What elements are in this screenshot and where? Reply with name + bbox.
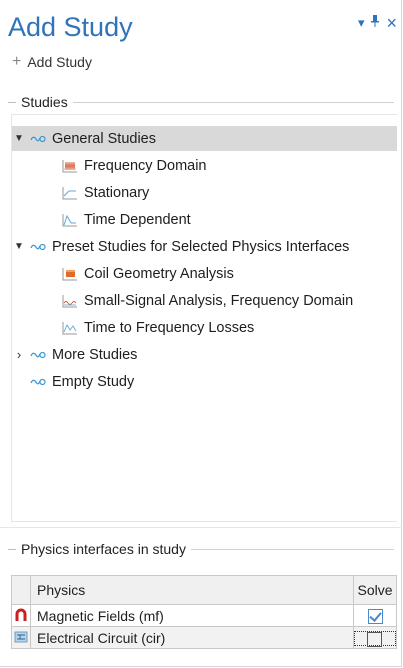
tree-node-general-studies[interactable]: ▼ General Studies: [12, 126, 397, 151]
tree-node-label: General Studies: [52, 130, 156, 147]
tree-node-frequency-domain[interactable]: Frequency Domain: [12, 153, 403, 178]
study-folder-icon: [30, 375, 46, 389]
tree-node-time-to-frequency-losses[interactable]: Time to Frequency Losses: [12, 315, 403, 340]
collapse-dash-icon: [8, 548, 16, 550]
solve-cell: [353, 604, 397, 627]
focus-rect: [354, 630, 396, 647]
physics-column-header[interactable]: Physics: [30, 575, 354, 605]
close-icon[interactable]: ×: [386, 14, 397, 32]
physics-section-header[interactable]: Physics interfaces in study: [8, 541, 394, 557]
panel-menu-icon[interactable]: ▾: [358, 15, 365, 30]
collapse-dash-icon: [8, 101, 16, 103]
time-dependent-icon: [62, 213, 78, 227]
tree-node-stationary[interactable]: Stationary: [12, 180, 403, 205]
solve-checkbox[interactable]: [367, 608, 383, 624]
pin-icon[interactable]: [371, 15, 380, 30]
expand-chevron-icon[interactable]: ▼: [12, 133, 26, 144]
tree-node-label: More Studies: [52, 346, 138, 363]
tree-node-label: Preset Studies for Selected Physics Inte…: [52, 238, 350, 255]
tree-node-label: Time Dependent: [84, 211, 191, 228]
solve-checkbox[interactable]: [367, 631, 382, 647]
coil-geometry-icon: [62, 267, 78, 281]
tree-node-time-dependent[interactable]: Time Dependent: [12, 207, 403, 232]
physics-name-cell: Electrical Circuit (cir): [30, 626, 354, 649]
stationary-icon: [62, 186, 78, 200]
study-folder-icon: [30, 348, 46, 362]
frequency-domain-icon: [62, 159, 78, 173]
studies-section-header[interactable]: Studies: [8, 94, 394, 110]
window-controls: ▾ ×: [358, 14, 397, 32]
studies-section-label: Studies: [21, 94, 68, 110]
solve-cell: [353, 626, 397, 649]
header-icon-cell: [11, 575, 31, 605]
tree-node-small-signal-analysis[interactable]: Small-Signal Analysis, Frequency Domain: [12, 288, 403, 313]
circuit-icon: [11, 626, 31, 649]
tree-node-empty-study[interactable]: Empty Study: [12, 369, 403, 394]
time-to-frequency-icon: [62, 321, 78, 335]
studies-tree[interactable]: ▼ General Studies Frequency Domain Stati…: [11, 114, 397, 522]
tree-node-more-studies[interactable]: › More Studies: [12, 342, 397, 367]
table-row[interactable]: Electrical Circuit (cir): [11, 626, 397, 649]
magnet-icon: [11, 604, 31, 627]
tree-node-preset-studies[interactable]: ▼ Preset Studies for Selected Physics In…: [12, 234, 397, 259]
section-divider: [190, 548, 394, 550]
table-row[interactable]: Magnetic Fields (mf): [11, 604, 397, 627]
tree-node-label: Time to Frequency Losses: [84, 319, 255, 336]
plus-icon: +: [12, 53, 22, 70]
physics-name-cell: Magnetic Fields (mf): [30, 604, 354, 627]
add-study-button[interactable]: + Add Study: [12, 52, 92, 72]
splitter[interactable]: [0, 527, 402, 528]
study-folder-icon: [30, 132, 46, 146]
tree-node-label: Empty Study: [52, 373, 135, 390]
tree-node-label: Coil Geometry Analysis: [84, 265, 234, 282]
small-signal-icon: [62, 294, 78, 308]
expand-chevron-icon[interactable]: ▼: [12, 241, 26, 252]
physics-section-label: Physics interfaces in study: [21, 541, 186, 557]
tree-node-label: Frequency Domain: [84, 157, 207, 174]
tree-node-label: Stationary: [84, 184, 150, 201]
add-study-button-label: Add Study: [27, 54, 92, 70]
physics-table: Physics Solve Magnetic Fields (mf) Elect…: [11, 575, 397, 649]
panel-title: Add Study: [8, 12, 133, 42]
section-divider: [72, 101, 394, 103]
solve-column-header[interactable]: Solve: [353, 575, 397, 605]
expand-chevron-icon[interactable]: ›: [12, 347, 26, 362]
add-study-panel: Add Study ▾ × + Add Study Studies ▼ Gene…: [0, 0, 402, 667]
study-folder-icon: [30, 240, 46, 254]
tree-node-coil-geometry-analysis[interactable]: Coil Geometry Analysis: [12, 261, 403, 286]
tree-node-label: Small-Signal Analysis, Frequency Domain: [84, 292, 354, 309]
table-header-row: Physics Solve: [11, 575, 397, 605]
